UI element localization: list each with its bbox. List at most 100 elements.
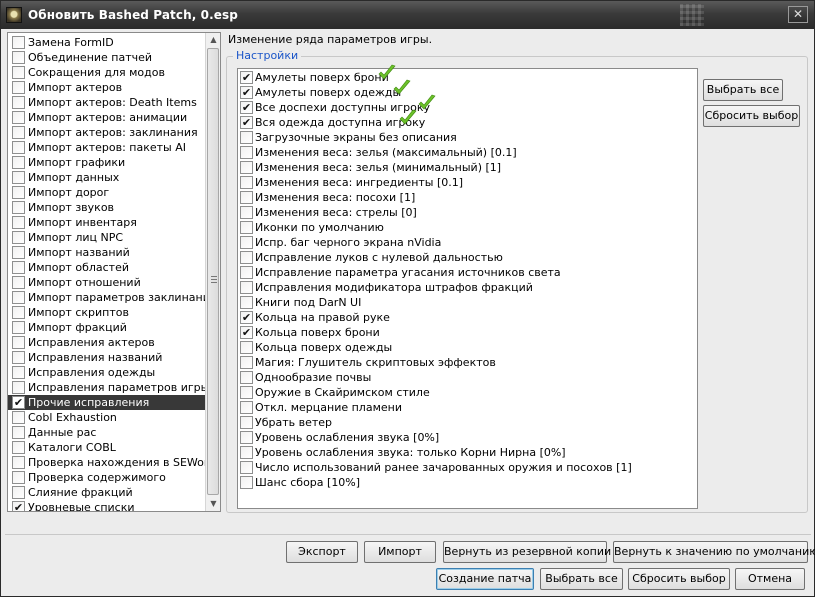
patcher-item[interactable]: Слияние фракций <box>8 485 206 500</box>
setting-item[interactable]: Загрузочные экраны без описания <box>238 130 697 145</box>
setting-item[interactable]: Оружие в Скайримском стиле <box>238 385 697 400</box>
setting-item[interactable]: Изменения веса: посохи [1] <box>238 190 697 205</box>
setting-item[interactable]: Магия: Глушитель скриптовых эффектов <box>238 355 697 370</box>
patcher-item[interactable]: Исправления актеров <box>8 335 206 350</box>
patcher-checkbox[interactable]: ✔ <box>12 396 25 409</box>
setting-checkbox[interactable] <box>240 251 253 264</box>
setting-checkbox[interactable] <box>240 176 253 189</box>
setting-item[interactable]: Изменения веса: зелья (минимальный) [1] <box>238 160 697 175</box>
patcher-checkbox[interactable] <box>12 186 25 199</box>
patcher-item[interactable]: Замена FormID <box>8 35 206 50</box>
patcher-checkbox[interactable] <box>12 381 25 394</box>
setting-checkbox[interactable]: ✔ <box>240 71 253 84</box>
setting-checkbox[interactable] <box>240 341 253 354</box>
setting-item[interactable]: Изменения веса: стрелы [0] <box>238 205 697 220</box>
patcher-checkbox[interactable] <box>12 51 25 64</box>
setting-checkbox[interactable]: ✔ <box>240 116 253 129</box>
setting-checkbox[interactable] <box>240 161 253 174</box>
patcher-item[interactable]: Импорт актеров: пакеты AI <box>8 140 206 155</box>
setting-item[interactable]: Исправление луков с нулевой дальностью <box>238 250 697 265</box>
patcher-item[interactable]: Исправления параметров игры <box>8 380 206 395</box>
patcher-item[interactable]: ✔ Уровневые списки <box>8 500 206 511</box>
patcher-item[interactable]: Импорт областей <box>8 260 206 275</box>
setting-checkbox[interactable] <box>240 221 253 234</box>
patcher-checkbox[interactable] <box>12 36 25 49</box>
patcher-item[interactable]: Импорт отношений <box>8 275 206 290</box>
patcher-checkbox[interactable]: ✔ <box>12 501 25 511</box>
patcher-item[interactable]: Импорт названий <box>8 245 206 260</box>
patcher-item[interactable]: ✔ Прочие исправления <box>8 395 206 410</box>
setting-item[interactable]: Убрать ветер <box>238 415 697 430</box>
setting-checkbox[interactable]: ✔ <box>240 311 253 324</box>
patcher-checkbox[interactable] <box>12 411 25 424</box>
patcher-checkbox[interactable] <box>12 216 25 229</box>
patcher-checkbox[interactable] <box>12 456 25 469</box>
restore-default-button[interactable]: Вернуть к значению по умолчанию <box>613 541 815 563</box>
patcher-checkbox[interactable] <box>12 351 25 364</box>
setting-checkbox[interactable] <box>240 431 253 444</box>
setting-item[interactable]: ✔ Амулеты поверх брони <box>238 64 697 85</box>
setting-item[interactable]: Изменения веса: зелья (максимальный) [0.… <box>238 145 697 160</box>
patcher-item[interactable]: Импорт дорог <box>8 185 206 200</box>
setting-item[interactable]: Откл. мерцание пламени <box>238 400 697 415</box>
patcher-checkbox[interactable] <box>12 276 25 289</box>
settings-reset-selection-button[interactable]: Сбросить выбор <box>703 105 800 127</box>
patcher-checkbox[interactable] <box>12 291 25 304</box>
patcher-checkbox[interactable] <box>12 246 25 259</box>
patcher-checkbox[interactable] <box>12 111 25 124</box>
setting-checkbox[interactable] <box>240 446 253 459</box>
close-button[interactable]: ✕ <box>788 6 808 23</box>
setting-checkbox[interactable] <box>240 461 253 474</box>
setting-checkbox[interactable] <box>240 386 253 399</box>
setting-item[interactable]: Число использований ранее зачарованных о… <box>238 460 697 475</box>
setting-checkbox[interactable] <box>240 401 253 414</box>
patcher-checkbox[interactable] <box>12 441 25 454</box>
patcher-item[interactable]: Проверка содержимого <box>8 470 206 485</box>
patcher-item[interactable]: Исправления одежды <box>8 365 206 380</box>
patcher-item[interactable]: Импорт данных <box>8 170 206 185</box>
setting-item[interactable]: Кольца поверх одежды <box>238 340 697 355</box>
patcher-item[interactable]: Импорт инвентаря <box>8 215 206 230</box>
setting-item[interactable]: Иконки по умолчанию <box>238 220 697 235</box>
reset-selection-button[interactable]: Сбросить выбор <box>628 568 730 590</box>
import-button[interactable]: Импорт <box>364 541 436 563</box>
patcher-item[interactable]: Импорт актеров: анимации <box>8 110 206 125</box>
scroll-up-icon[interactable]: ▲ <box>206 33 221 47</box>
patcher-item[interactable]: Импорт актеров: Death Items <box>8 95 206 110</box>
patcher-item[interactable]: Cobl Exhaustion <box>8 410 206 425</box>
setting-checkbox[interactable] <box>240 281 253 294</box>
patcher-item[interactable]: Импорт фракций <box>8 320 206 335</box>
patcher-item[interactable]: Исправления названий <box>8 350 206 365</box>
setting-item[interactable]: Уровень ослабления звука: только Корни Н… <box>238 445 697 460</box>
patcher-item[interactable]: Данные рас <box>8 425 206 440</box>
patcher-checkbox[interactable] <box>12 336 25 349</box>
patcher-checkbox[interactable] <box>12 486 25 499</box>
setting-checkbox[interactable]: ✔ <box>240 326 253 339</box>
setting-item[interactable]: Изменения веса: ингредиенты [0.1] <box>238 175 697 190</box>
setting-item[interactable]: Испр. баг черного экрана nVidia <box>238 235 697 250</box>
setting-checkbox[interactable] <box>240 191 253 204</box>
setting-checkbox[interactable] <box>240 146 253 159</box>
setting-checkbox[interactable] <box>240 131 253 144</box>
setting-item[interactable]: Шанс сбора [10%] <box>238 475 697 490</box>
scroll-thumb[interactable] <box>207 48 219 495</box>
setting-checkbox[interactable] <box>240 416 253 429</box>
setting-checkbox[interactable] <box>240 296 253 309</box>
setting-item[interactable]: Книги под DarN UI <box>238 295 697 310</box>
patcher-checkbox[interactable] <box>12 321 25 334</box>
setting-checkbox[interactable] <box>240 206 253 219</box>
scroll-down-icon[interactable]: ▼ <box>206 497 221 511</box>
export-button[interactable]: Экспорт <box>286 541 358 563</box>
setting-item[interactable]: ✔ Кольца на правой руке <box>238 310 697 325</box>
settings-select-all-button[interactable]: Выбрать все <box>703 79 783 101</box>
patcher-item[interactable]: Импорт скриптов <box>8 305 206 320</box>
patcher-item[interactable]: Импорт актеров: заклинания <box>8 125 206 140</box>
setting-checkbox[interactable] <box>240 356 253 369</box>
patcher-item[interactable]: Импорт лиц NPC <box>8 230 206 245</box>
patcher-item[interactable]: Каталоги COBL <box>8 440 206 455</box>
patcher-item[interactable]: Сокращения для модов <box>8 65 206 80</box>
patcher-checkbox[interactable] <box>12 426 25 439</box>
setting-item[interactable]: ✔ Амулеты поверх одежды <box>238 79 697 100</box>
restore-backup-button[interactable]: Вернуть из резервной копии <box>443 541 611 563</box>
patcher-checkbox[interactable] <box>12 141 25 154</box>
